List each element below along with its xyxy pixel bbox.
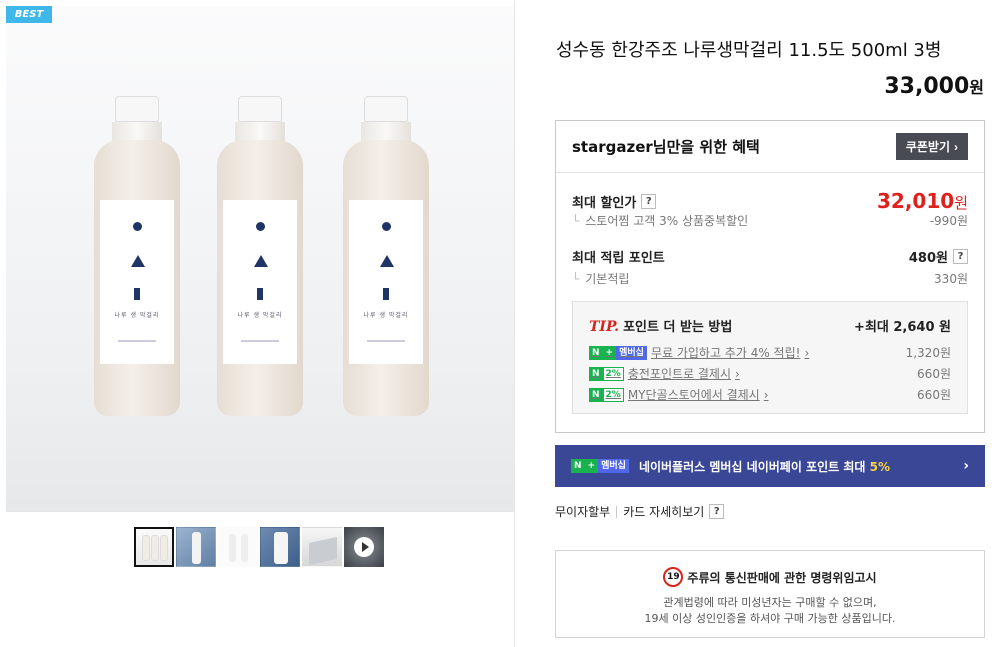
max-discount-label: 최대 할인가?: [572, 192, 657, 211]
help-icon[interactable]: ?: [953, 249, 968, 264]
main-product-image[interactable]: 나루 생 막걸리 나루 생 막걸리 나루 생 막걸리: [6, 6, 514, 512]
chevron-right-icon: ›: [763, 387, 769, 402]
notice-line: 19세 이상 성인인증을 하셔야 구매 가능한 상품입니다.: [644, 612, 896, 625]
installment-link[interactable]: 무이자할부: [555, 503, 610, 520]
divider: [616, 505, 618, 518]
bottle-image: 나루 생 막걸리: [343, 96, 429, 416]
chevron-right-icon: ›: [954, 139, 958, 154]
thumbnail-5[interactable]: [302, 527, 342, 567]
naver-pay-2pct-badge: N 2%: [589, 366, 624, 381]
thumbnail-2[interactable]: [176, 527, 216, 567]
tip-link: MY단골스토어에서 결제시: [627, 388, 760, 402]
thumbnail-3[interactable]: [218, 527, 258, 567]
product-price: 33,000원: [884, 74, 984, 99]
base-point-label: └ 기본적립: [572, 272, 630, 286]
tip-row-mystore: N 2% MY단골스토어에서 결제시 › 660원: [589, 386, 951, 403]
naver-membership-badge: N + 멤버십: [571, 459, 629, 473]
thumbnail-strip: [134, 527, 384, 567]
card-detail-link[interactable]: 카드 자세히보기: [623, 503, 704, 520]
chevron-right-icon: ›: [963, 458, 969, 474]
base-point-value: 330원: [934, 272, 968, 286]
notice-line: 관계법령에 따라 미성년자는 구매할 수 없으며,: [663, 596, 877, 609]
chevron-right-icon: ›: [804, 345, 810, 360]
banner-text: 네이버플러스 멤버십 네이버페이 포인트 최대 5%: [638, 459, 890, 474]
tip-link: 무료 가입하고 추가 4% 적립!: [650, 346, 801, 360]
thumbnail-1[interactable]: [134, 527, 174, 567]
naver-pay-2pct-badge: N 2%: [589, 387, 624, 402]
naver-membership-badge: N + 멤버십: [589, 345, 647, 360]
tip-box: TIP. 포인트 더 받는 방법 +최대 2,640 원 N + 멤버십 무료 가입하…: [572, 301, 968, 414]
chevron-right-icon: ›: [735, 366, 740, 381]
product-gallery: BEST 나루 생 막걸리 나루 생 막걸리 나루 생 막걸리: [0, 0, 515, 647]
age-notice: 19 주류의 통신판매에 관한 명령위임고시 관계법령에 따라 미성년자는 구매…: [555, 550, 985, 638]
thumbnail-video[interactable]: [344, 527, 384, 567]
play-icon: [354, 537, 374, 557]
benefit-box: stargazer님만을 위한 혜택 쿠폰받기 › 최대 할인가? 32,010원…: [555, 120, 985, 433]
notice-title: 주류의 통신판매에 관한 명령위임고시: [687, 570, 877, 585]
best-badge: BEST: [6, 6, 52, 23]
tip-link: 충전포인트로 결제시: [627, 367, 732, 381]
help-icon[interactable]: ?: [709, 504, 725, 519]
product-title: 성수동 한강주조 나루생막걸리 11.5도 500ml 3병: [556, 40, 942, 61]
discount-sub-value: -990원: [929, 214, 968, 228]
tip-max: +최대 2,640 원: [854, 320, 951, 335]
max-discount-price: 32,010원: [877, 189, 968, 213]
bottle-image: 나루 생 막걸리: [217, 96, 303, 416]
payment-links: 무이자할부 카드 자세히보기 ?: [555, 503, 725, 520]
discount-sub-label: └ 스토어찜 고객 3% 상품중복할인: [572, 214, 749, 228]
tip-title: TIP. 포인트 더 받는 방법: [589, 319, 733, 335]
max-point-label: 최대 적립 포인트: [572, 251, 665, 266]
bottle-image: 나루 생 막걸리: [94, 96, 180, 416]
tip-row-membership: N + 멤버십 무료 가입하고 추가 4% 적립! › 1,320원: [589, 344, 951, 361]
benefit-title: stargazer님만을 위한 혜택: [572, 138, 760, 156]
coupon-button[interactable]: 쿠폰받기 ›: [895, 133, 968, 160]
help-icon[interactable]: ?: [641, 193, 657, 209]
max-point-value: 480원?: [909, 247, 968, 266]
age-restriction-icon: 19: [663, 567, 684, 587]
membership-banner[interactable]: N + 멤버십 네이버플러스 멤버십 네이버페이 포인트 최대 5% ›: [555, 445, 985, 487]
tip-row-charge: N 2% 충전포인트로 결제시 › 660원: [589, 365, 951, 382]
thumbnail-4[interactable]: [260, 527, 300, 567]
